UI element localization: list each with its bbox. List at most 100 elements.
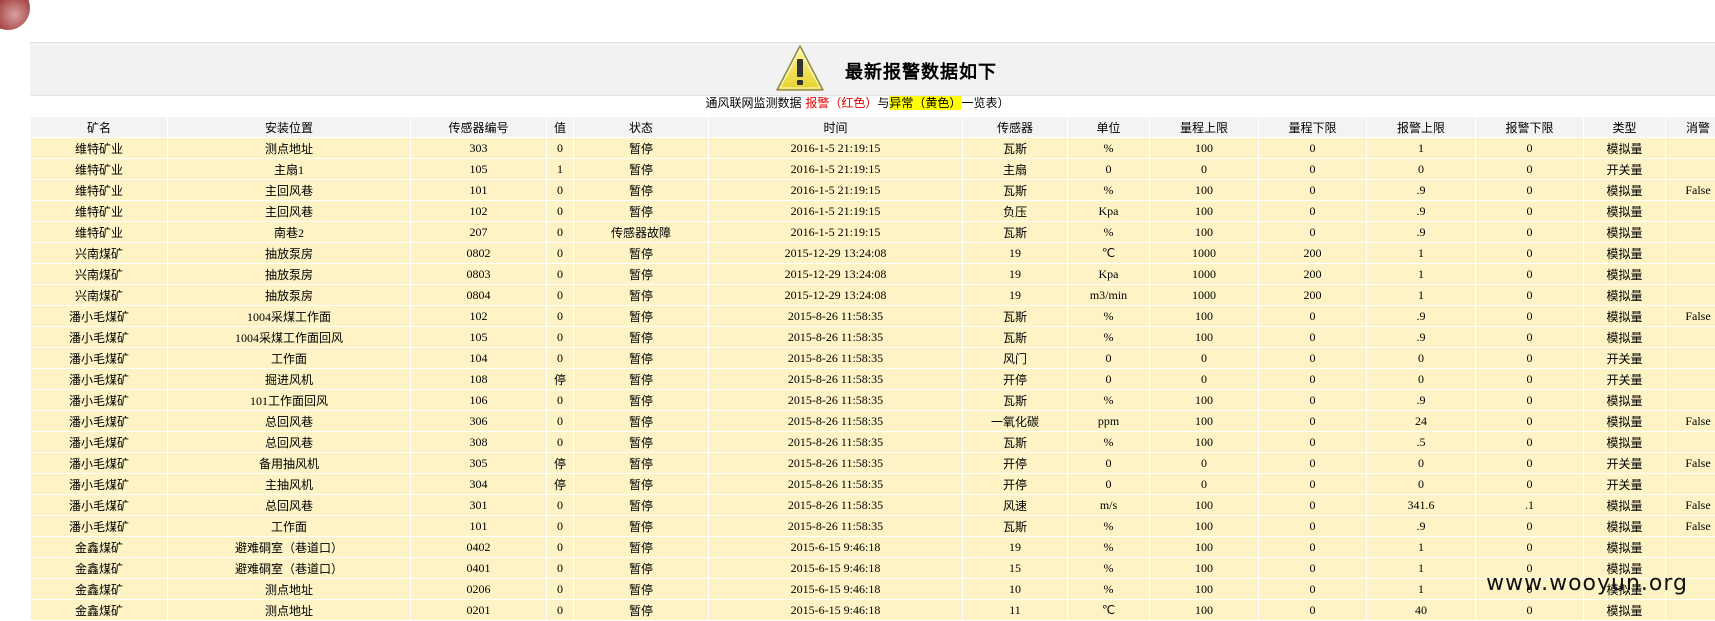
cell-time: 2016-1-5 21:19:15 (709, 222, 963, 243)
cell-status: 暂停 (574, 159, 709, 180)
cell-time: 2016-1-5 21:19:15 (709, 159, 963, 180)
cell-type: 模拟量 (1584, 243, 1666, 264)
cell-install-location: 工作面 (168, 516, 411, 537)
cell-clear-alarm (1666, 537, 1715, 558)
cell-value: 0 (547, 495, 574, 516)
cell-time: 2015-8-26 11:58:35 (709, 390, 963, 411)
cell-value: 0 (547, 327, 574, 348)
cell-range-upper: 0 (1150, 474, 1259, 495)
cell-alarm-upper: 0 (1367, 348, 1476, 369)
cell-clear-alarm: False (1666, 306, 1715, 327)
table-row: 潘小毛煤矿备用抽风机305停暂停2015-8-26 11:58:35开停0000… (31, 453, 1715, 474)
cell-sensor: 开停 (963, 474, 1068, 495)
cell-time: 2015-8-26 11:58:35 (709, 516, 963, 537)
cell-value: 0 (547, 243, 574, 264)
cell-alarm-upper: 1 (1367, 537, 1476, 558)
table-row: 潘小毛煤矿掘进风机108停暂停2015-8-26 11:58:35开停00000… (31, 369, 1715, 390)
table-row: 潘小毛煤矿主抽风机304停暂停2015-8-26 11:58:35开停00000… (31, 474, 1715, 495)
cell-install-location: 主抽风机 (168, 474, 411, 495)
cell-sensor: 开停 (963, 369, 1068, 390)
table-header-row: 矿名安装位置传感器编号值状态时间传感器单位量程上限量程下限报警上限报警下限类型消… (31, 117, 1715, 138)
cell-unit: 0 (1068, 453, 1150, 474)
cell-install-location: 主回风巷 (168, 180, 411, 201)
cell-status: 暂停 (574, 411, 709, 432)
column-header-mine-name: 矿名 (31, 117, 168, 138)
cell-value: 0 (547, 201, 574, 222)
subtitle-abnormal-legend: 异常（黄色） (889, 96, 961, 110)
cell-mine-name: 维特矿业 (31, 222, 168, 243)
cell-clear-alarm (1666, 264, 1715, 285)
cell-range-lower: 0 (1259, 600, 1367, 621)
cell-type: 开关量 (1584, 159, 1666, 180)
alarm-data-table: 矿名安装位置传感器编号值状态时间传感器单位量程上限量程下限报警上限报警下限类型消… (30, 116, 1715, 621)
cell-status: 暂停 (574, 306, 709, 327)
cell-sensor: 瓦斯 (963, 327, 1068, 348)
cell-range-upper: 100 (1150, 537, 1259, 558)
cell-alarm-lower: 0 (1476, 369, 1584, 390)
cell-type: 模拟量 (1584, 537, 1666, 558)
cell-type: 模拟量 (1584, 516, 1666, 537)
cell-status: 暂停 (574, 285, 709, 306)
cell-alarm-upper: 0 (1367, 474, 1476, 495)
cell-range-upper: 100 (1150, 180, 1259, 201)
cell-range-upper: 100 (1150, 432, 1259, 453)
cell-mine-name: 潘小毛煤矿 (31, 390, 168, 411)
cell-sensor: 瓦斯 (963, 432, 1068, 453)
cell-range-lower: 0 (1259, 453, 1367, 474)
cell-type: 开关量 (1584, 474, 1666, 495)
cell-range-lower: 0 (1259, 222, 1367, 243)
cell-mine-name: 维特矿业 (31, 180, 168, 201)
cell-time: 2015-8-26 11:58:35 (709, 474, 963, 495)
cell-time: 2015-6-15 9:46:18 (709, 600, 963, 621)
cell-range-upper: 100 (1150, 411, 1259, 432)
cell-range-lower: 0 (1259, 159, 1367, 180)
cell-install-location: 主扇1 (168, 159, 411, 180)
cell-type: 模拟量 (1584, 285, 1666, 306)
cell-value: 1 (547, 159, 574, 180)
cell-alarm-lower: .1 (1476, 495, 1584, 516)
cell-range-upper: 100 (1150, 390, 1259, 411)
cell-range-upper: 100 (1150, 306, 1259, 327)
cell-unit: m/s (1068, 495, 1150, 516)
column-header-sensor: 传感器 (963, 117, 1068, 138)
cell-range-lower: 0 (1259, 558, 1367, 579)
cell-sensor-id: 306 (411, 411, 547, 432)
cell-install-location: 101工作面回风 (168, 390, 411, 411)
cell-unit: Kpa (1068, 201, 1150, 222)
cell-clear-alarm: False (1666, 516, 1715, 537)
cell-alarm-lower: 0 (1476, 306, 1584, 327)
table-row: 维特矿业主回风巷1020暂停2016-1-5 21:19:15负压Kpa1000… (31, 201, 1715, 222)
cell-range-upper: 0 (1150, 369, 1259, 390)
cell-range-lower: 0 (1259, 180, 1367, 201)
table-row: 兴南煤矿抽放泵房08020暂停2015-12-29 13:24:0819℃100… (31, 243, 1715, 264)
cell-alarm-upper: .9 (1367, 306, 1476, 327)
cell-time: 2015-8-26 11:58:35 (709, 327, 963, 348)
cell-value: 0 (547, 411, 574, 432)
cell-alarm-upper: 1 (1367, 285, 1476, 306)
table-row: 潘小毛煤矿101工作面回风1060暂停2015-8-26 11:58:35瓦斯%… (31, 390, 1715, 411)
cell-alarm-upper: 1 (1367, 243, 1476, 264)
table-row: 金鑫煤矿测点地址02060暂停2015-6-15 9:46:1810%10001… (31, 579, 1715, 600)
cell-sensor-id: 0803 (411, 264, 547, 285)
cell-sensor: 开停 (963, 453, 1068, 474)
cell-status: 暂停 (574, 201, 709, 222)
cell-value: 0 (547, 390, 574, 411)
cell-mine-name: 潘小毛煤矿 (31, 348, 168, 369)
column-header-time: 时间 (709, 117, 963, 138)
cell-install-location: 总回风巷 (168, 411, 411, 432)
cell-sensor: 一氧化碳 (963, 411, 1068, 432)
cell-range-lower: 200 (1259, 243, 1367, 264)
cell-range-upper: 100 (1150, 201, 1259, 222)
cell-alarm-lower: 0 (1476, 537, 1584, 558)
warning-icon (775, 44, 825, 92)
cell-unit: 0 (1068, 159, 1150, 180)
report-subtitle: 通风联网监测数据 报警（红色）与异常（黄色）一览表） (0, 96, 1715, 110)
cell-time: 2015-8-26 11:58:35 (709, 369, 963, 390)
cell-alarm-lower: 0 (1476, 327, 1584, 348)
cell-type: 开关量 (1584, 348, 1666, 369)
cell-unit: % (1068, 222, 1150, 243)
cell-clear-alarm (1666, 474, 1715, 495)
cell-value: 0 (547, 579, 574, 600)
cell-type: 模拟量 (1584, 411, 1666, 432)
cell-time: 2015-6-15 9:46:18 (709, 558, 963, 579)
